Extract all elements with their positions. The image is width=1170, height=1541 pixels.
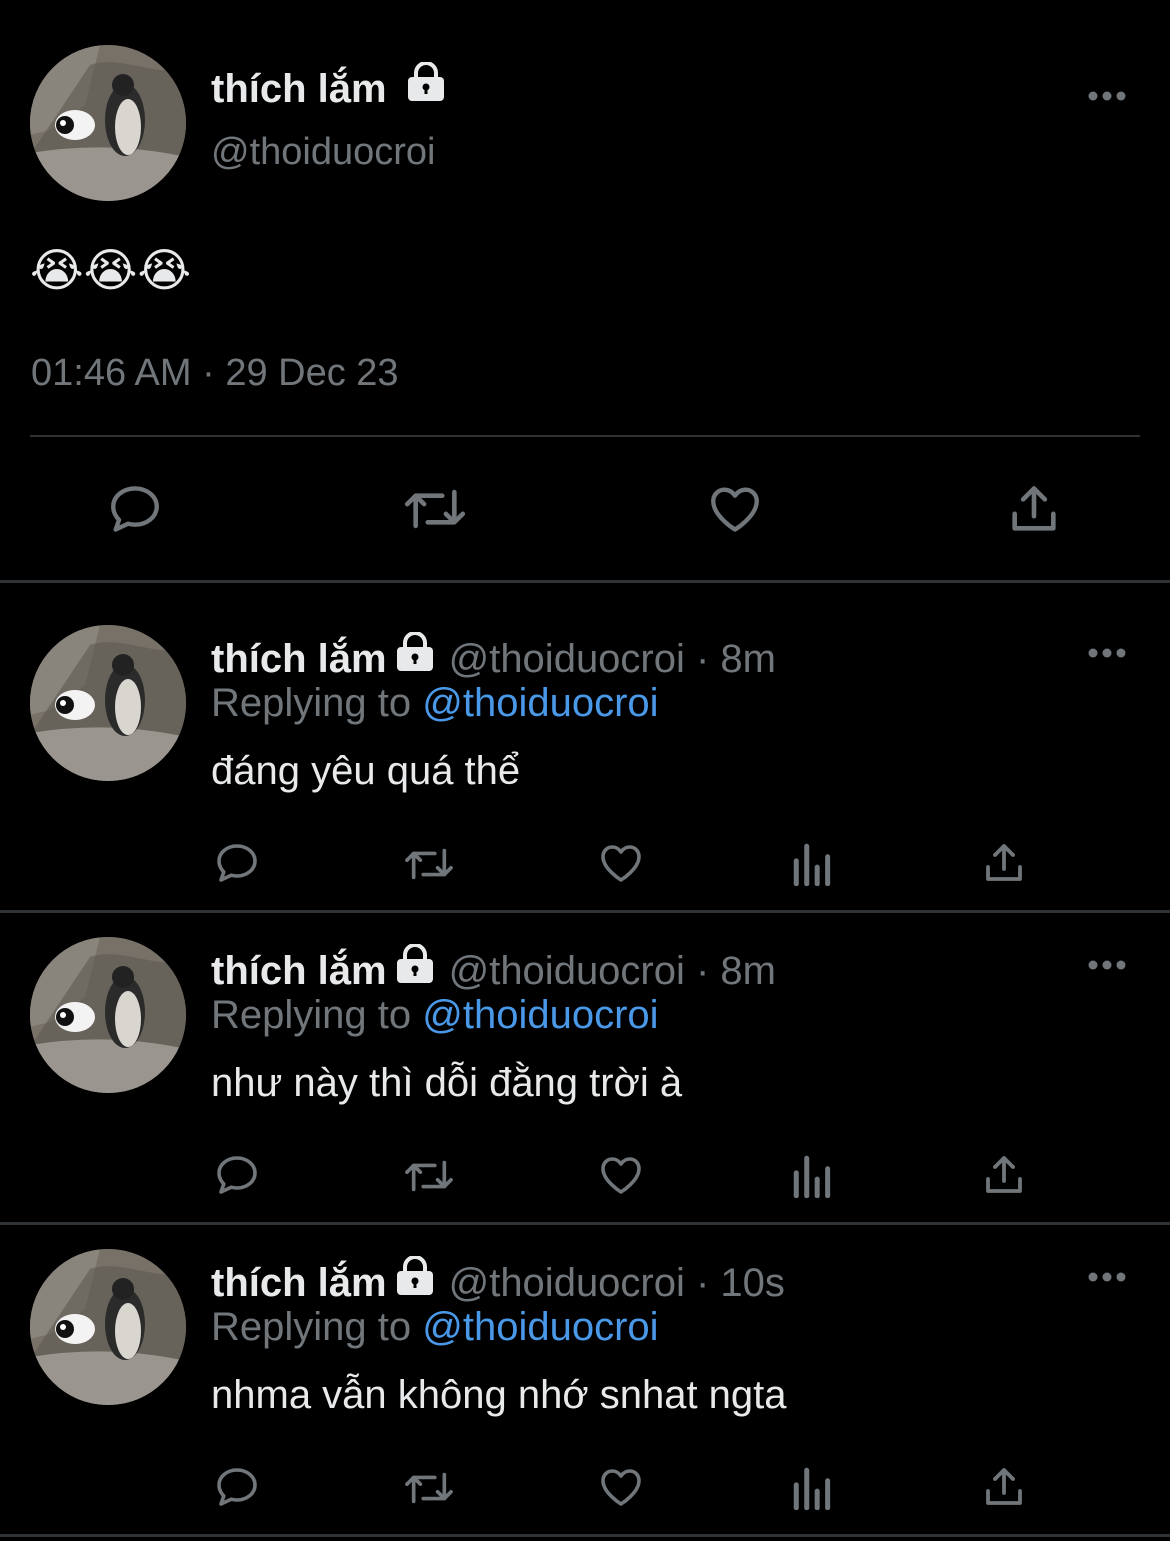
avatar[interactable] — [30, 1249, 186, 1405]
reply-icon[interactable] — [106, 480, 164, 538]
avatar[interactable] — [30, 937, 186, 1093]
handle-and-time[interactable]: @thoiduocroi · 10s — [449, 1261, 785, 1305]
display-name[interactable]: thích lắm — [211, 949, 387, 993]
replying-to-link[interactable]: @thoiduocroi — [422, 1305, 658, 1349]
replying-prefix: Replying to — [211, 993, 423, 1037]
handle-and-time[interactable]: @thoiduocroi · 8m — [449, 637, 776, 681]
reply-tweet[interactable]: thích lắm @thoiduocroi · 8m Replying to … — [0, 582, 1170, 913]
tweet-text: 😭😭😭 — [30, 244, 192, 296]
lock-icon — [396, 632, 433, 671]
divider — [0, 1534, 1170, 1537]
analytics-icon[interactable] — [792, 840, 834, 886]
tweet-text: như này thì dỗi đằng trời à — [211, 1061, 683, 1105]
replying-to: Replying to @thoiduocroi — [211, 1304, 659, 1350]
more-options-icon[interactable] — [1087, 958, 1127, 972]
more-options-icon[interactable] — [1087, 646, 1127, 660]
share-icon[interactable] — [980, 839, 1028, 887]
reply-icon[interactable] — [213, 1463, 261, 1511]
handle[interactable]: @thoiduocroi — [211, 131, 435, 174]
display-name[interactable]: thích lắm — [211, 1261, 387, 1305]
analytics-icon[interactable] — [792, 1464, 834, 1510]
retweet-icon[interactable] — [400, 480, 470, 538]
tweet-text: nhma vẫn không nhớ snhat ngta — [211, 1373, 787, 1417]
avatar[interactable] — [30, 625, 186, 781]
handle-and-time[interactable]: @thoiduocroi · 8m — [449, 949, 776, 993]
reply-header: thích lắm @thoiduocroi · 10s — [211, 1256, 785, 1306]
like-icon[interactable] — [596, 1151, 646, 1199]
replying-prefix: Replying to — [211, 1305, 423, 1349]
replying-to: Replying to @thoiduocroi — [211, 680, 659, 726]
reply-tweet[interactable]: thích lắm @thoiduocroi · 8m Replying to … — [0, 894, 1170, 1225]
display-name-text[interactable]: thích lắm — [211, 67, 387, 111]
more-options-icon[interactable] — [1087, 1270, 1127, 1284]
more-options-icon[interactable] — [1087, 89, 1127, 103]
replying-prefix: Replying to — [211, 681, 423, 725]
divider — [30, 435, 1140, 437]
replying-to-link[interactable]: @thoiduocroi — [422, 681, 658, 725]
analytics-icon[interactable] — [792, 1152, 834, 1198]
share-icon[interactable] — [1005, 480, 1063, 538]
avatar[interactable] — [30, 45, 186, 201]
timestamp[interactable]: 01:46 AM · 29 Dec 23 — [31, 352, 399, 395]
lock-icon — [396, 944, 433, 983]
reply-icon[interactable] — [213, 839, 261, 887]
reply-header: thích lắm @thoiduocroi · 8m — [211, 944, 776, 994]
tweet-text: đáng yêu quá thể — [211, 749, 521, 793]
display-name[interactable]: thích lắm — [211, 637, 387, 681]
share-icon[interactable] — [980, 1463, 1028, 1511]
replying-to-link[interactable]: @thoiduocroi — [422, 993, 658, 1037]
replying-to: Replying to @thoiduocroi — [211, 992, 659, 1038]
lock-icon — [396, 1256, 433, 1295]
reply-icon[interactable] — [213, 1151, 261, 1199]
reply-tweet[interactable]: thích lắm @thoiduocroi · 10s Replying to… — [0, 1206, 1170, 1537]
retweet-icon[interactable] — [400, 1153, 458, 1199]
lock-icon — [407, 62, 444, 101]
retweet-icon[interactable] — [400, 841, 458, 887]
reply-header: thích lắm @thoiduocroi · 8m — [211, 632, 776, 682]
like-icon[interactable] — [596, 839, 646, 887]
like-icon[interactable] — [596, 1463, 646, 1511]
retweet-icon[interactable] — [400, 1465, 458, 1511]
display-name[interactable]: thích lắm — [211, 62, 448, 112]
like-icon[interactable] — [705, 480, 765, 538]
share-icon[interactable] — [980, 1151, 1028, 1199]
